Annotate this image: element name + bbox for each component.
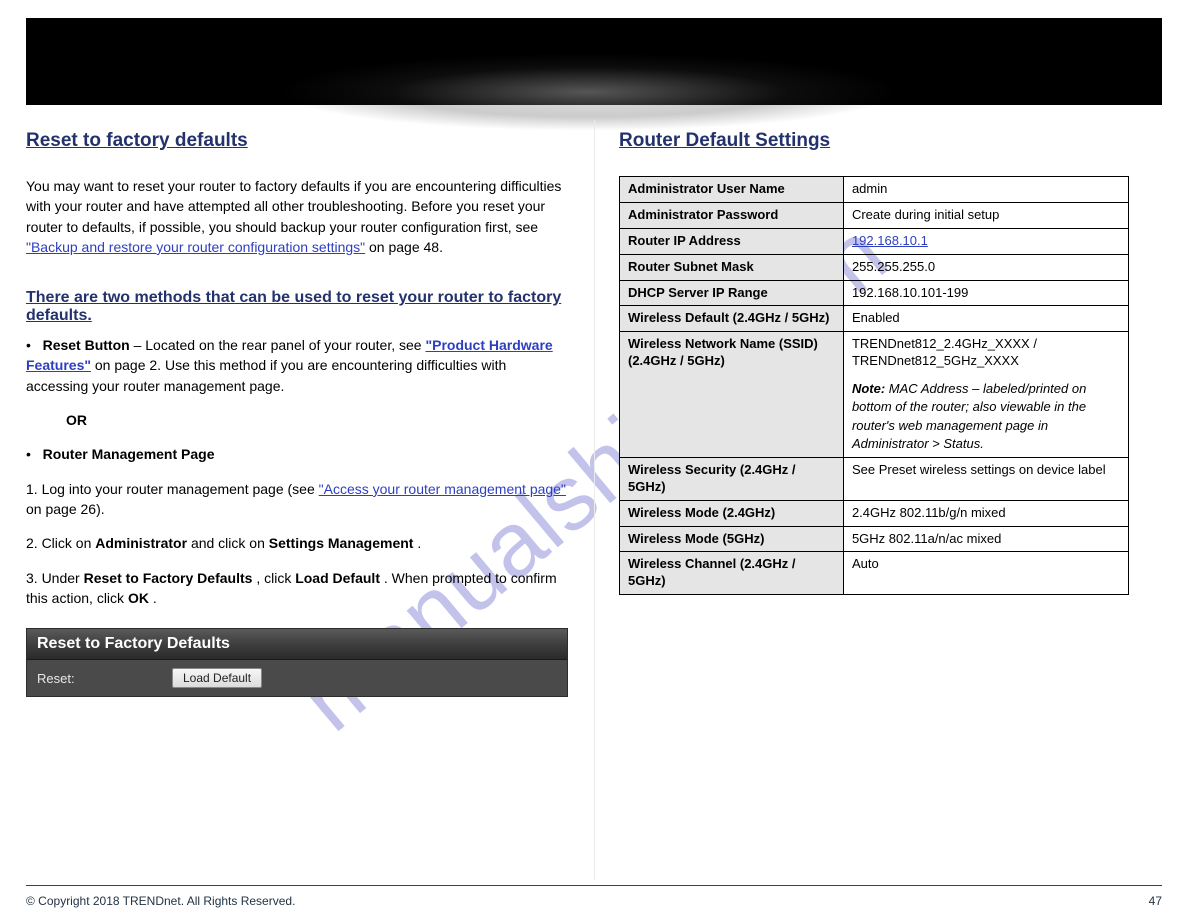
step3-bold2: Load Default	[295, 570, 380, 586]
cell-val: See Preset wireless settings on device l…	[843, 457, 1128, 500]
intro-crossref-link[interactable]: "Backup and restore your router configur…	[26, 239, 365, 255]
cell-key: Wireless Default (2.4GHz / 5GHz)	[620, 306, 844, 332]
cell-val: Create during initial setup	[843, 202, 1128, 228]
ssid-value: TRENDnet812_2.4GHz_XXXX / TRENDnet812_5G…	[852, 336, 1120, 370]
section-heading-defaults: Router Default Settings	[619, 130, 1154, 152]
cell-key: Administrator Password	[620, 202, 844, 228]
cell-val: 5GHz 802.11a/n/ac mixed	[843, 526, 1128, 552]
table-row: Router IP Address 192.168.10.1	[620, 228, 1129, 254]
bullet2-title: Router Management Page	[43, 446, 215, 462]
footer-rule	[26, 885, 1162, 886]
table-row: Administrator User Name admin	[620, 177, 1129, 203]
cell-val: 192.168.10.1	[843, 228, 1128, 254]
panel-title: Reset to Factory Defaults	[27, 629, 567, 660]
step-1: 1. Log into your router management page …	[26, 479, 570, 520]
cell-val: 192.168.10.101-199	[843, 280, 1128, 306]
bullet-symbol-2: •	[26, 446, 31, 462]
bullet-reset-button: • Reset Button – Located on the rear pan…	[26, 335, 570, 396]
mac-note: Note: MAC Address – labeled/printed on b…	[852, 380, 1120, 453]
bullet1-title: Reset Button	[43, 337, 130, 353]
cell-key: Router Subnet Mask	[620, 254, 844, 280]
bullet1-text: – Located on the rear panel of your rout…	[134, 337, 426, 353]
cell-key: Wireless Channel (2.4GHz / 5GHz)	[620, 552, 844, 595]
cell-key: Wireless Security (2.4GHz / 5GHz)	[620, 457, 844, 500]
panel-row-label: Reset:	[37, 671, 172, 686]
table-row: Wireless Mode (5GHz) 5GHz 802.11a/n/ac m…	[620, 526, 1129, 552]
step1-tail: on page 26).	[26, 501, 105, 517]
header-banner	[26, 18, 1162, 105]
step2-bold2: Settings Management	[269, 535, 414, 551]
section-heading-reset: Reset to factory defaults	[26, 130, 570, 152]
step2-mid: and click on	[191, 535, 269, 551]
table-row: Wireless Channel (2.4GHz / 5GHz) Auto	[620, 552, 1129, 595]
intro-text-a: You may want to reset your router to fac…	[26, 178, 561, 235]
cell-val: 2.4GHz 802.11b/g/n mixed	[843, 500, 1128, 526]
table-row: Administrator Password Create during ini…	[620, 202, 1129, 228]
table-row: Wireless Security (2.4GHz / 5GHz) See Pr…	[620, 457, 1129, 500]
cell-key: Wireless Mode (2.4GHz)	[620, 500, 844, 526]
defaults-table: Administrator User Name admin Administra…	[619, 176, 1129, 595]
cell-val: Enabled	[843, 306, 1128, 332]
footer-page-number: 47	[1149, 894, 1162, 908]
cell-key: Administrator User Name	[620, 177, 844, 203]
cell-val: 255.255.255.0	[843, 254, 1128, 280]
step3-bold1: Reset to Factory Defaults	[84, 570, 253, 586]
table-row: Wireless Network Name (SSID) (2.4GHz / 5…	[620, 332, 1129, 458]
cell-key: Wireless Network Name (SSID) (2.4GHz / 5…	[620, 332, 844, 458]
step1-text: 1. Log into your router management page …	[26, 481, 319, 497]
step3-tail: .	[153, 590, 157, 606]
table-row: Wireless Default (2.4GHz / 5GHz) Enabled	[620, 306, 1129, 332]
left-column: Reset to factory defaults You may want t…	[26, 120, 594, 880]
cell-val: admin	[843, 177, 1128, 203]
step-3: 3. Under Reset to Factory Defaults , cli…	[26, 568, 570, 609]
bullet-symbol: •	[26, 337, 31, 353]
cell-val: Auto	[843, 552, 1128, 595]
bullet1-tail: on page 2. Use this method if you are en…	[26, 357, 506, 393]
table-row: Router Subnet Mask 255.255.255.0	[620, 254, 1129, 280]
step2-end: .	[417, 535, 421, 551]
intro-paragraph: You may want to reset your router to fac…	[26, 176, 570, 257]
table-row: Wireless Mode (2.4GHz) 2.4GHz 802.11b/g/…	[620, 500, 1129, 526]
panel-row: Reset: Load Default	[27, 660, 567, 696]
cell-key: Wireless Mode (5GHz)	[620, 526, 844, 552]
or-separator: OR	[66, 410, 570, 430]
step-2: 2. Click on Administrator and click on S…	[26, 533, 570, 553]
cell-key: Router IP Address	[620, 228, 844, 254]
step2-text: 2. Click on	[26, 535, 95, 551]
reset-defaults-panel: Reset to Factory Defaults Reset: Load De…	[26, 628, 568, 697]
methods-subheading: There are two methods that can be used t…	[26, 289, 570, 325]
router-ip-link[interactable]: 192.168.10.1	[852, 233, 928, 248]
step3-mid: , click	[256, 570, 295, 586]
right-column: Router Default Settings Administrator Us…	[595, 120, 1162, 880]
step1-crossref-link[interactable]: "Access your router management page"	[319, 481, 566, 497]
cell-val: TRENDnet812_2.4GHz_XXXX / TRENDnet812_5G…	[843, 332, 1128, 458]
step3-bold3: OK	[128, 590, 149, 606]
load-default-button[interactable]: Load Default	[172, 668, 262, 688]
step2-bold1: Administrator	[95, 535, 187, 551]
footer-copyright: © Copyright 2018 TRENDnet. All Rights Re…	[26, 894, 295, 908]
mac-note-bold: Note:	[852, 381, 889, 396]
cell-key: DHCP Server IP Range	[620, 280, 844, 306]
bullet-management-page: • Router Management Page	[26, 444, 570, 464]
content-columns: Reset to factory defaults You may want t…	[26, 120, 1162, 880]
step3-text-a: 3. Under	[26, 570, 84, 586]
intro-text-b: on page 48.	[369, 239, 443, 255]
table-row: DHCP Server IP Range 192.168.10.101-199	[620, 280, 1129, 306]
